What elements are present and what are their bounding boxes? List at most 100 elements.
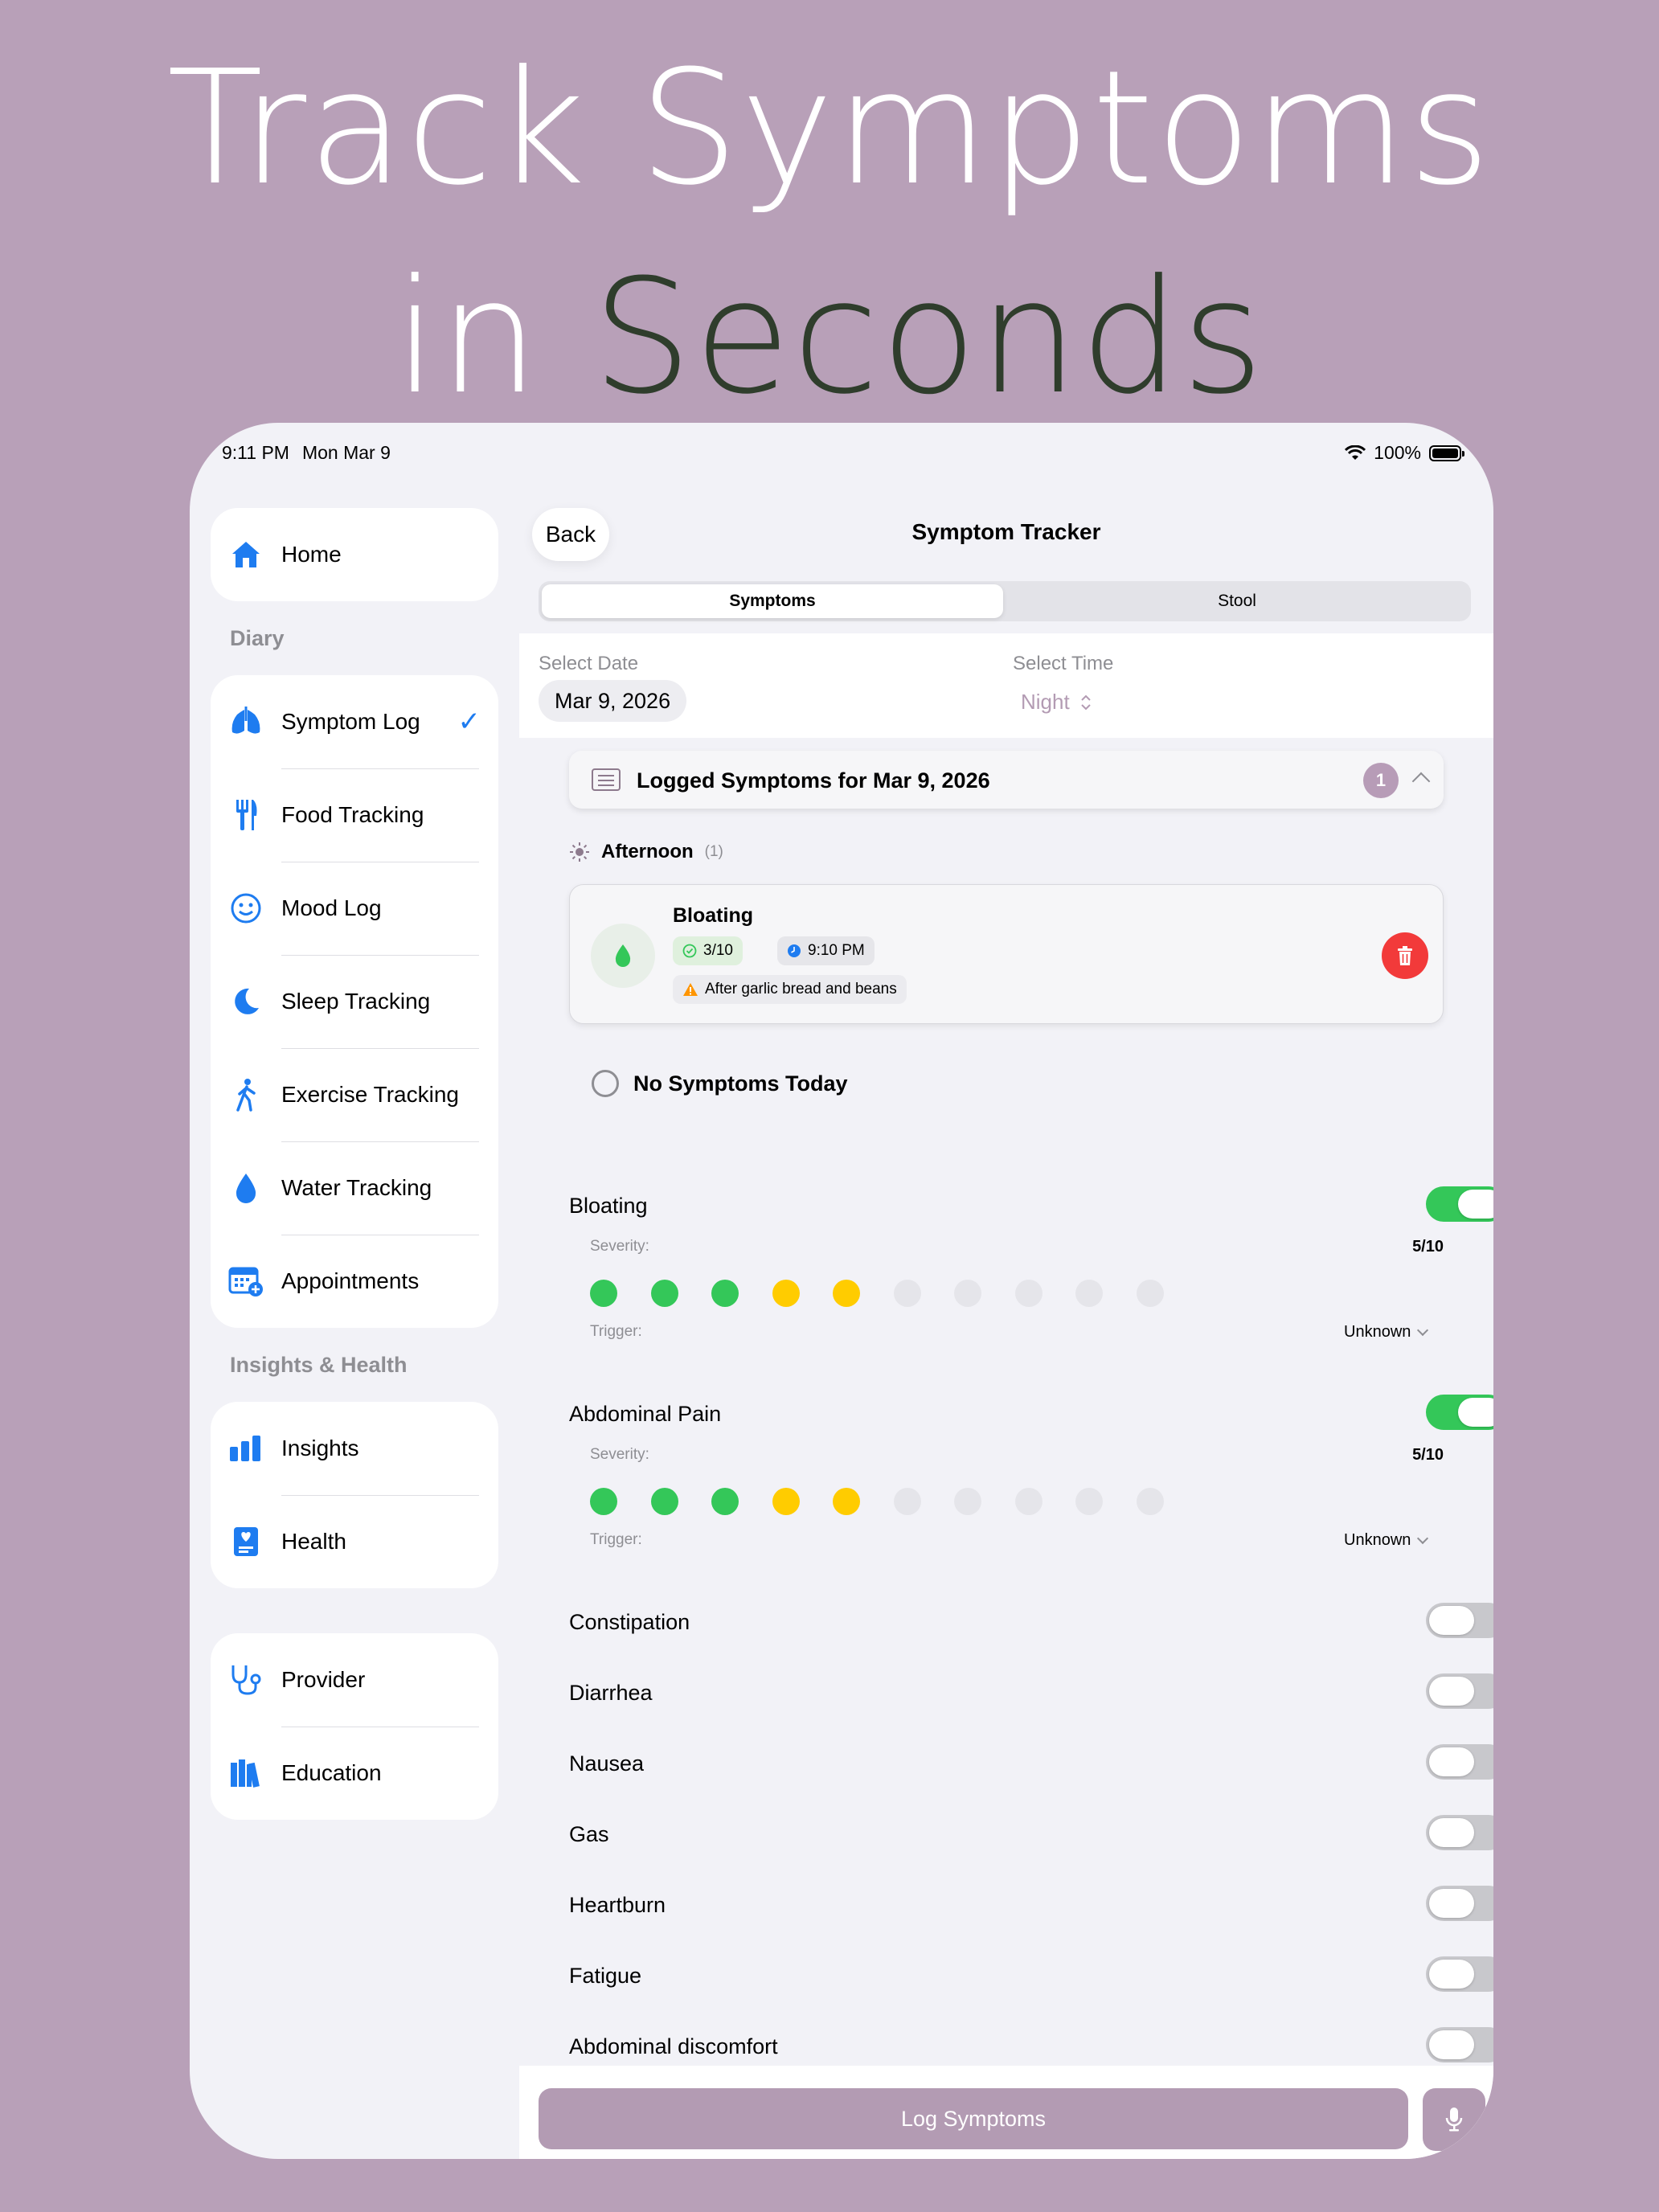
sidebar-item-health[interactable]: Health <box>211 1495 498 1588</box>
sidebar-item-label: Provider <box>281 1667 366 1692</box>
severity-dot-1[interactable] <box>590 1488 617 1515</box>
page-title: Symptom Tracker <box>911 519 1101 544</box>
wifi-icon <box>1345 444 1366 460</box>
symptom-name: Heartburn <box>569 1893 666 1917</box>
walking-figure-icon <box>228 1077 264 1112</box>
trash-icon <box>1398 946 1412 965</box>
sidebar-item-label: Health <box>281 1529 346 1554</box>
severity-dot-3[interactable] <box>711 1280 739 1307</box>
lungs-icon <box>228 704 264 739</box>
smiley-face-icon <box>228 891 264 926</box>
severity-dot-9[interactable] <box>1075 1280 1103 1307</box>
sidebar-item-education[interactable]: Education <box>211 1727 498 1820</box>
severity-dot-3[interactable] <box>711 1488 739 1515</box>
symptom-name: Gas <box>569 1822 609 1846</box>
logged-count-badge: 1 <box>1363 763 1399 798</box>
sidebar-item-water-tracking[interactable]: Water Tracking <box>211 1141 498 1235</box>
severity-label: Severity: <box>590 1446 649 1463</box>
severity-dot-2[interactable] <box>650 1488 678 1515</box>
sidebar-item-label: Sleep Tracking <box>281 989 431 1014</box>
severity-dot-6[interactable] <box>893 1280 921 1307</box>
symptom-toggle-fatigue[interactable] <box>1426 1956 1493 1992</box>
symptom-toggle-heartburn[interactable] <box>1426 1886 1493 1921</box>
severity-dot-1[interactable] <box>590 1280 617 1307</box>
segment-stool[interactable]: Stool <box>1006 584 1468 618</box>
entry-icon <box>591 924 655 988</box>
chevron-down-icon <box>1417 1324 1429 1336</box>
severity-dot-9[interactable] <box>1075 1488 1103 1515</box>
radio-button[interactable] <box>592 1070 619 1097</box>
chevron-up-icon[interactable] <box>1411 772 1431 791</box>
toggle-knob <box>1429 1889 1474 1918</box>
house-icon <box>228 537 264 572</box>
symptom-name: Abdominal Pain <box>569 1402 722 1426</box>
severity-dot-8[interactable] <box>1014 1488 1043 1515</box>
symptom-toggle-diarrhea[interactable] <box>1426 1673 1493 1709</box>
severity-dot-4[interactable] <box>772 1488 800 1515</box>
date-picker[interactable]: Mar 9, 2026 <box>539 680 687 722</box>
delete-entry-button[interactable] <box>1382 932 1428 979</box>
sidebar-item-sleep-tracking[interactable]: Sleep Tracking <box>211 955 498 1048</box>
symptom-toggle-gas[interactable] <box>1426 1815 1493 1850</box>
sidebar-item-mood-log[interactable]: Mood Log <box>211 862 498 955</box>
toggle-knob <box>1458 1398 1493 1427</box>
severity-dot-10[interactable] <box>1136 1280 1164 1307</box>
severity-dot-2[interactable] <box>650 1280 678 1307</box>
sidebar-item-symptom-log[interactable]: Symptom Log ✓ <box>211 675 498 768</box>
provider-group: Provider Education <box>211 1633 498 1820</box>
entry-name: Bloating <box>673 904 753 927</box>
severity-dot-4[interactable] <box>772 1280 800 1307</box>
sidebar-item-exercise-tracking[interactable]: Exercise Tracking <box>211 1048 498 1141</box>
sidebar-item-food-tracking[interactable]: Food Tracking <box>211 768 498 862</box>
trigger-dropdown[interactable]: Unknown <box>1344 1323 1429 1342</box>
sidebar-item-label: Exercise Tracking <box>281 1082 459 1107</box>
sidebar-item-appointments[interactable]: Appointments <box>211 1235 498 1328</box>
sidebar-item-provider[interactable]: Provider <box>211 1633 498 1727</box>
symptom-toggle-abdominal-pain[interactable] <box>1426 1395 1493 1430</box>
severity-dot-10[interactable] <box>1136 1488 1164 1515</box>
segment-symptoms[interactable]: Symptoms <box>542 584 1003 618</box>
log-symptoms-button[interactable]: Log Symptoms <box>539 2088 1408 2149</box>
up-down-chevron-icon <box>1081 694 1091 711</box>
time-picker[interactable]: Night <box>1021 690 1092 715</box>
toggle-knob <box>1429 1677 1474 1706</box>
sidebar-item-label: Mood Log <box>281 895 382 920</box>
sidebar-item-home[interactable]: Home <box>211 508 498 601</box>
severity-dot-6[interactable] <box>893 1488 921 1515</box>
period-count: (1) <box>704 843 723 860</box>
calendar-add-icon <box>228 1264 264 1299</box>
voice-input-button[interactable] <box>1423 2088 1485 2151</box>
no-symptoms-label: No Symptoms Today <box>633 1071 848 1096</box>
section-label-diary: Diary <box>230 626 285 650</box>
logged-symptoms-header[interactable]: Logged Symptoms for Mar 9, 2026 1 <box>569 751 1444 809</box>
entry-time-tag: 9:10 PM <box>777 936 875 965</box>
trigger-label: Trigger: <box>590 1531 642 1548</box>
fork-knife-icon <box>228 797 264 833</box>
check-circle-icon <box>682 944 697 958</box>
symptom-name: Diarrhea <box>569 1681 653 1705</box>
severity-dot-8[interactable] <box>1014 1280 1043 1307</box>
logged-entry-card[interactable]: Bloating 3/10 9:10 PM After garlic bread… <box>569 884 1444 1024</box>
symptom-toggle-constipation[interactable] <box>1426 1603 1493 1638</box>
trigger-dropdown[interactable]: Unknown <box>1344 1531 1429 1550</box>
drop-icon <box>615 944 631 967</box>
status-date: Mon Mar 9 <box>301 442 391 463</box>
symptom-toggle-nausea[interactable] <box>1426 1744 1493 1780</box>
health-record-icon <box>228 1524 264 1559</box>
sidebar-item-insights[interactable]: Insights <box>211 1402 498 1495</box>
stethoscope-icon <box>228 1662 264 1698</box>
severity-dot-5[interactable] <box>833 1488 860 1515</box>
symptom-name: Nausea <box>569 1751 645 1776</box>
severity-dot-5[interactable] <box>833 1280 860 1307</box>
trigger-value: Unknown <box>1344 1323 1411 1341</box>
period-header: Afternoon (1) <box>569 838 723 866</box>
no-symptoms-option[interactable]: No Symptoms Today <box>592 1067 848 1100</box>
trigger-label: Trigger: <box>590 1323 642 1340</box>
severity-dot-7[interactable] <box>954 1280 981 1307</box>
sidebar-item-label: Home <box>281 542 342 567</box>
severity-value: 5/10 <box>1412 1446 1444 1464</box>
severity-dot-7[interactable] <box>954 1488 981 1515</box>
bar-chart-icon <box>228 1431 264 1466</box>
symptom-toggle-bloating[interactable] <box>1426 1186 1493 1222</box>
symptom-toggle-abdominal-discomfort[interactable] <box>1426 2027 1493 2062</box>
